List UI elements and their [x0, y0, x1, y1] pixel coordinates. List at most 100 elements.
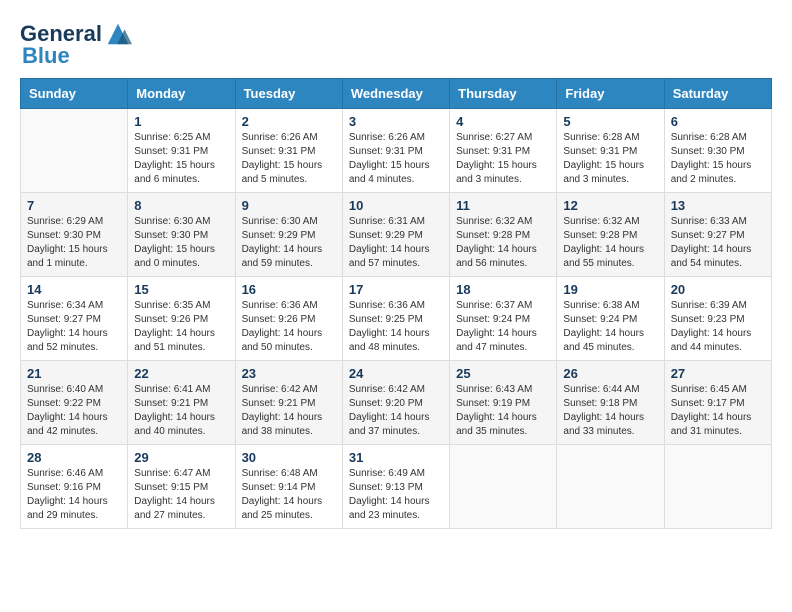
calendar-week-5: 28Sunrise: 6:46 AMSunset: 9:16 PMDayligh… [21, 445, 772, 529]
calendar-cell: 19 Sunrise: 6:38 AMSunset: 9:24 PMDayligh… [557, 277, 664, 361]
calendar-cell: 10 Sunrise: 6:31 AMSunset: 9:29 PMDayligh… [342, 193, 449, 277]
calendar-cell: 12Sunrise: 6:32 AMSunset: 9:28 PMDayligh… [557, 193, 664, 277]
calendar-cell: 5 Sunrise: 6:28 AMSunset: 9:31 PMDaylight… [557, 109, 664, 193]
day-number: 25 [456, 366, 550, 381]
calendar-cell: 14 Sunrise: 6:34 AMSunset: 9:27 PMDayligh… [21, 277, 128, 361]
day-number: 21 [27, 366, 121, 381]
day-number: 30 [242, 450, 336, 465]
day-number: 23 [242, 366, 336, 381]
day-number: 14 [27, 282, 121, 297]
day-info: Sunrise: 6:39 AMSunset: 9:23 PMDaylight:… [671, 299, 765, 355]
day-number: 3 [349, 114, 443, 129]
calendar-cell: 15 Sunrise: 6:35 AMSunset: 9:26 PMDayligh… [128, 277, 235, 361]
calendar-week-3: 14 Sunrise: 6:34 AMSunset: 9:27 PMDayligh… [21, 277, 772, 361]
calendar-cell: 25 Sunrise: 6:43 AMSunset: 9:19 PMDayligh… [450, 361, 557, 445]
day-number: 10 [349, 198, 443, 213]
day-info: Sunrise: 6:28 AMSunset: 9:30 PMDaylight:… [671, 131, 765, 187]
logo: General Blue [20, 20, 132, 68]
weekday-header-thursday: Thursday [450, 79, 557, 109]
day-info: Sunrise: 6:46 AMSunset: 9:16 PMDaylight:… [27, 467, 121, 523]
day-number: 16 [242, 282, 336, 297]
day-number: 13 [671, 198, 765, 213]
day-number: 22 [134, 366, 228, 381]
logo-icon [104, 20, 132, 48]
weekday-header-monday: Monday [128, 79, 235, 109]
day-info: Sunrise: 6:35 AMSunset: 9:26 PMDaylight:… [134, 299, 228, 355]
calendar-cell: 9Sunrise: 6:30 AMSunset: 9:29 PMDaylight… [235, 193, 342, 277]
calendar-cell: 3 Sunrise: 6:26 AMSunset: 9:31 PMDaylight… [342, 109, 449, 193]
day-number: 31 [349, 450, 443, 465]
day-number: 26 [563, 366, 657, 381]
calendar-cell: 24Sunrise: 6:42 AMSunset: 9:20 PMDayligh… [342, 361, 449, 445]
calendar-cell: 30 Sunrise: 6:48 AMSunset: 9:14 PMDayligh… [235, 445, 342, 529]
day-info: Sunrise: 6:38 AMSunset: 9:24 PMDaylight:… [563, 299, 657, 355]
day-number: 12 [563, 198, 657, 213]
day-number: 19 [563, 282, 657, 297]
weekday-header-wednesday: Wednesday [342, 79, 449, 109]
calendar-cell: 16 Sunrise: 6:36 AMSunset: 9:26 PMDayligh… [235, 277, 342, 361]
day-info: Sunrise: 6:43 AMSunset: 9:19 PMDaylight:… [456, 383, 550, 439]
calendar-week-4: 21 Sunrise: 6:40 AMSunset: 9:22 PMDayligh… [21, 361, 772, 445]
day-number: 18 [456, 282, 550, 297]
weekday-header-tuesday: Tuesday [235, 79, 342, 109]
day-info: Sunrise: 6:34 AMSunset: 9:27 PMDaylight:… [27, 299, 121, 355]
day-info: Sunrise: 6:44 AMSunset: 9:18 PMDaylight:… [563, 383, 657, 439]
day-info: Sunrise: 6:31 AMSunset: 9:29 PMDaylight:… [349, 215, 443, 271]
calendar-cell: 26 Sunrise: 6:44 AMSunset: 9:18 PMDayligh… [557, 361, 664, 445]
day-number: 2 [242, 114, 336, 129]
calendar-cell [21, 109, 128, 193]
calendar-week-2: 7Sunrise: 6:29 AMSunset: 9:30 PMDaylight… [21, 193, 772, 277]
day-info: Sunrise: 6:36 AMSunset: 9:25 PMDaylight:… [349, 299, 443, 355]
calendar-cell: 13Sunrise: 6:33 AMSunset: 9:27 PMDayligh… [664, 193, 771, 277]
calendar-cell [557, 445, 664, 529]
day-info: Sunrise: 6:48 AMSunset: 9:14 PMDaylight:… [242, 467, 336, 523]
page-header: General Blue [20, 20, 772, 68]
calendar-cell: 4Sunrise: 6:27 AMSunset: 9:31 PMDaylight… [450, 109, 557, 193]
day-info: Sunrise: 6:25 AMSunset: 9:31 PMDaylight:… [134, 131, 228, 187]
day-number: 6 [671, 114, 765, 129]
calendar-cell: 1 Sunrise: 6:25 AMSunset: 9:31 PMDaylight… [128, 109, 235, 193]
calendar-cell [664, 445, 771, 529]
calendar-table: SundayMondayTuesdayWednesdayThursdayFrid… [20, 78, 772, 529]
day-info: Sunrise: 6:32 AMSunset: 9:28 PMDaylight:… [456, 215, 550, 271]
day-number: 7 [27, 198, 121, 213]
day-number: 20 [671, 282, 765, 297]
day-info: Sunrise: 6:28 AMSunset: 9:31 PMDaylight:… [563, 131, 657, 187]
calendar-cell: 2 Sunrise: 6:26 AMSunset: 9:31 PMDaylight… [235, 109, 342, 193]
day-info: Sunrise: 6:36 AMSunset: 9:26 PMDaylight:… [242, 299, 336, 355]
day-info: Sunrise: 6:37 AMSunset: 9:24 PMDaylight:… [456, 299, 550, 355]
weekday-header-friday: Friday [557, 79, 664, 109]
calendar-cell: 8Sunrise: 6:30 AMSunset: 9:30 PMDaylight… [128, 193, 235, 277]
calendar-cell: 17 Sunrise: 6:36 AMSunset: 9:25 PMDayligh… [342, 277, 449, 361]
day-info: Sunrise: 6:47 AMSunset: 9:15 PMDaylight:… [134, 467, 228, 523]
calendar-cell [450, 445, 557, 529]
day-number: 8 [134, 198, 228, 213]
calendar-week-1: 1 Sunrise: 6:25 AMSunset: 9:31 PMDaylight… [21, 109, 772, 193]
day-number: 1 [134, 114, 228, 129]
weekday-header-sunday: Sunday [21, 79, 128, 109]
day-info: Sunrise: 6:49 AMSunset: 9:13 PMDaylight:… [349, 467, 443, 523]
calendar-cell: 11 Sunrise: 6:32 AMSunset: 9:28 PMDayligh… [450, 193, 557, 277]
day-number: 11 [456, 198, 550, 213]
day-info: Sunrise: 6:45 AMSunset: 9:17 PMDaylight:… [671, 383, 765, 439]
weekday-header-row: SundayMondayTuesdayWednesdayThursdayFrid… [21, 79, 772, 109]
day-info: Sunrise: 6:42 AMSunset: 9:21 PMDaylight:… [242, 383, 336, 439]
weekday-header-saturday: Saturday [664, 79, 771, 109]
calendar-cell: 21 Sunrise: 6:40 AMSunset: 9:22 PMDayligh… [21, 361, 128, 445]
day-number: 17 [349, 282, 443, 297]
logo-blue-text: Blue [22, 44, 70, 68]
day-number: 29 [134, 450, 228, 465]
day-number: 15 [134, 282, 228, 297]
day-number: 27 [671, 366, 765, 381]
day-info: Sunrise: 6:42 AMSunset: 9:20 PMDaylight:… [349, 383, 443, 439]
day-info: Sunrise: 6:40 AMSunset: 9:22 PMDaylight:… [27, 383, 121, 439]
calendar-cell: 31 Sunrise: 6:49 AMSunset: 9:13 PMDayligh… [342, 445, 449, 529]
calendar-cell: 6 Sunrise: 6:28 AMSunset: 9:30 PMDaylight… [664, 109, 771, 193]
calendar-cell: 29 Sunrise: 6:47 AMSunset: 9:15 PMDayligh… [128, 445, 235, 529]
day-info: Sunrise: 6:26 AMSunset: 9:31 PMDaylight:… [242, 131, 336, 187]
day-number: 5 [563, 114, 657, 129]
calendar-cell: 28Sunrise: 6:46 AMSunset: 9:16 PMDayligh… [21, 445, 128, 529]
day-info: Sunrise: 6:30 AMSunset: 9:29 PMDaylight:… [242, 215, 336, 271]
calendar-cell: 23 Sunrise: 6:42 AMSunset: 9:21 PMDayligh… [235, 361, 342, 445]
day-info: Sunrise: 6:26 AMSunset: 9:31 PMDaylight:… [349, 131, 443, 187]
